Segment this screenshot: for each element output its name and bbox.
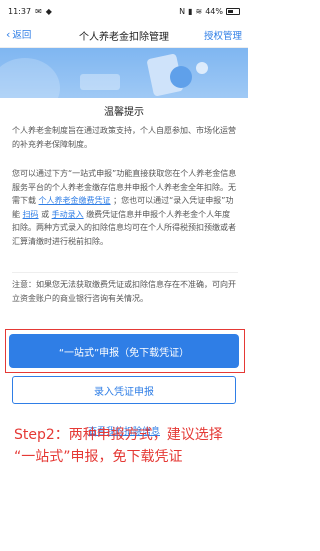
one-stop-declare-button[interactable]: “一站式”申报（免下载凭证）: [9, 334, 239, 368]
battery-icon: [226, 7, 240, 15]
status-left: 11:37 ✉ ◆: [8, 7, 52, 16]
nav-bar: ‹ 返回 个人养老金扣除管理 授权管理: [0, 22, 248, 48]
banner-decoration: [0, 58, 60, 98]
status-right: N ▮ ≋ 44%: [179, 7, 240, 16]
manual-entry-link[interactable]: 手动录入: [52, 210, 84, 219]
scan-code-link[interactable]: 扫码: [23, 210, 39, 219]
annotation-line-2: “一站式”申报，免下载凭证: [14, 449, 183, 465]
banner-decoration: [80, 74, 120, 90]
battery-percent: 44%: [205, 6, 223, 16]
notice-title: 温馨提示: [104, 107, 144, 118]
banner-decoration: [196, 62, 208, 74]
pension-voucher-link[interactable]: 个人养老金缴费凭证: [39, 196, 111, 205]
annotation-line-1: Step2：两种申报方式，建议选择: [14, 427, 223, 443]
signal-icon: ▮: [188, 6, 193, 16]
app-icon: ◆: [45, 6, 52, 16]
hero-banner: [0, 48, 248, 98]
notice-paragraph-1: 个人养老金制度旨在通过政策支持，个人自愿参加、市场化运营的补充养老保障制度。: [12, 126, 236, 149]
nfc-icon: N: [179, 6, 186, 16]
wifi-icon: ≋: [195, 6, 203, 16]
status-time: 11:37: [8, 6, 32, 16]
notice-text-segment: 或: [41, 209, 50, 219]
enter-voucher-declare-button[interactable]: 录入凭证申报: [12, 376, 236, 404]
coin-illustration: [170, 66, 192, 88]
notification-icon: ✉: [35, 6, 42, 16]
notice-paragraph-2: 您可以通过下方“一站式申报”功能直接获取您在个人养老金信息服务平台的个人养老金缴…: [12, 167, 238, 248]
status-bar: 11:37 ✉ ◆ N ▮ ≋ 44%: [0, 0, 248, 22]
authorization-management-link[interactable]: 授权管理: [204, 28, 242, 42]
notice-paragraph-3: 注意：如果您无法获取缴费凭证或扣除信息存在不准确，可向开立资金账户的商业银行咨询…: [12, 280, 236, 303]
divider: [12, 272, 238, 273]
